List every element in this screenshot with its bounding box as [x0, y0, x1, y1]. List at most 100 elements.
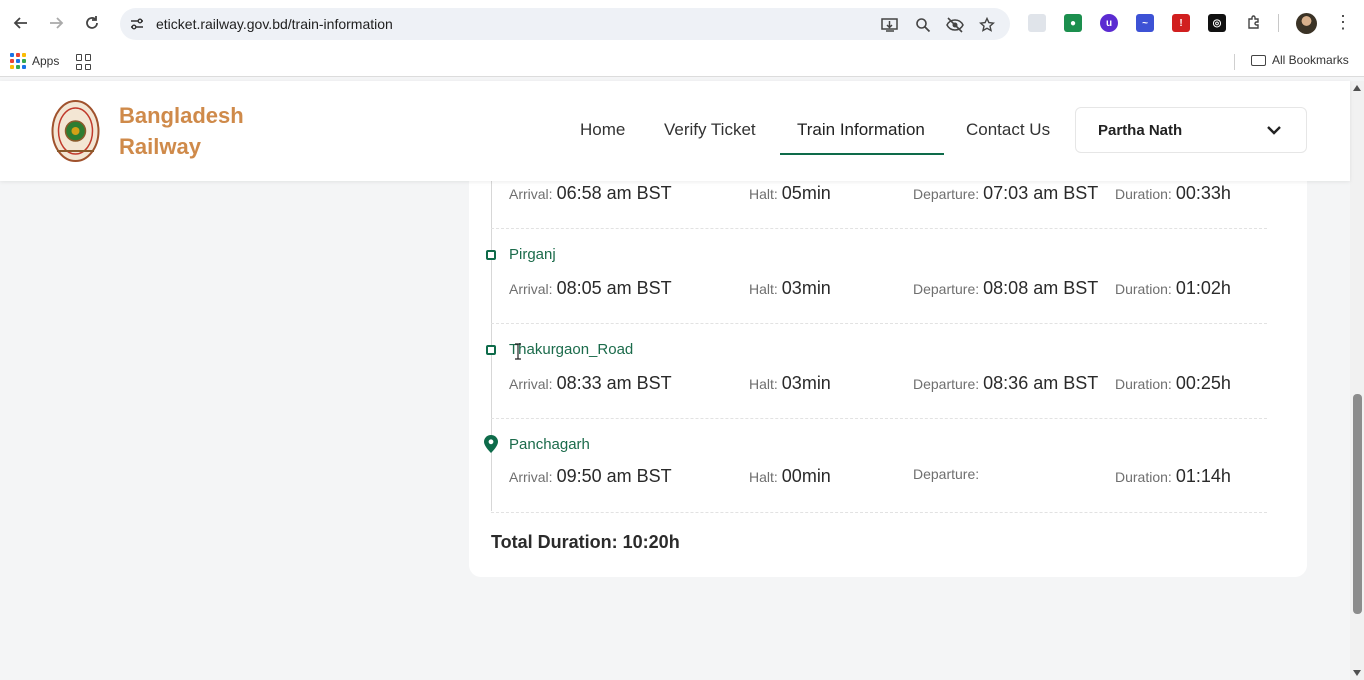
arrival-field: Arrival: 08:05 am BST: [509, 278, 672, 299]
departure-label: Departure:: [913, 376, 980, 392]
extension-puzzle-gray-icon[interactable]: [1028, 14, 1046, 32]
arrival-label: Arrival:: [509, 376, 553, 392]
site-info-icon[interactable]: [128, 15, 146, 33]
user-name: Partha Nath: [1098, 122, 1183, 139]
install-app-icon[interactable]: [880, 15, 900, 35]
duration-field: Duration: 00:25h: [1115, 373, 1231, 394]
halt-time: 03min: [781, 373, 831, 393]
halt-label: Halt:: [749, 376, 778, 392]
departure-time: 08:08 am BST: [983, 278, 1099, 298]
apps-bookmark[interactable]: Apps: [10, 53, 59, 69]
scroll-up-arrow-icon[interactable]: [1353, 85, 1361, 91]
bangladesh-railway-logo[interactable]: [51, 99, 100, 163]
location-pin-icon: [484, 435, 498, 453]
browser-toolbar: eticket.railway.gov.bd/train-information…: [0, 0, 1364, 46]
extension-alert-icon[interactable]: !: [1172, 14, 1190, 32]
back-icon[interactable]: [9, 11, 33, 35]
duration-time: 01:02h: [1175, 278, 1231, 298]
arrival-time: 08:05 am BST: [556, 278, 672, 298]
forward-icon[interactable]: [44, 11, 68, 35]
address-bar[interactable]: eticket.railway.gov.bd/train-information: [120, 8, 1010, 40]
station-name: Pirganj: [509, 246, 556, 263]
halt-label: Halt:: [749, 469, 778, 485]
all-bookmarks-button[interactable]: All Bookmarks: [1251, 53, 1349, 67]
tab-groups-icon[interactable]: [76, 54, 92, 70]
station-name: Panchagarh: [509, 436, 590, 453]
departure-label: Departure:: [913, 281, 980, 297]
site-header: Bangladesh Railway Home Verify Ticket Tr…: [0, 81, 1350, 181]
halt-field: Halt: 03min: [749, 278, 831, 299]
arrival-time: 09:50 am BST: [556, 466, 672, 486]
extension-record-icon[interactable]: ●: [1064, 14, 1082, 32]
url-text[interactable]: eticket.railway.gov.bd/train-information: [156, 16, 393, 32]
reload-icon[interactable]: [80, 11, 104, 35]
duration-time: 01:14h: [1175, 466, 1231, 486]
departure-time: 07:03 am BST: [983, 183, 1099, 203]
departure-label: Departure:: [913, 466, 980, 482]
duration-time: 00:33h: [1175, 183, 1231, 203]
toolbar-divider: [1278, 14, 1279, 32]
brand-line-1: Bangladesh: [119, 103, 244, 128]
nav-verify-ticket[interactable]: Verify Ticket: [664, 120, 756, 140]
extension-dark-icon[interactable]: ◎: [1208, 14, 1226, 32]
arrival-field: Arrival: 09:50 am BST: [509, 466, 672, 487]
duration-field: Duration: 00:33h: [1115, 183, 1231, 204]
zoom-icon[interactable]: [913, 15, 933, 35]
text-cursor-icon: [515, 343, 521, 360]
halt-time: 00min: [781, 466, 831, 486]
halt-time: 05min: [781, 183, 831, 203]
apps-grid-icon: [10, 53, 26, 69]
duration-time: 00:25h: [1175, 373, 1231, 393]
brand-name[interactable]: Bangladesh Railway: [119, 100, 244, 162]
all-bookmarks-label: All Bookmarks: [1272, 53, 1349, 67]
browser-menu-icon[interactable]: ⋮: [1334, 12, 1352, 33]
halt-time: 03min: [781, 278, 831, 298]
profile-avatar[interactable]: [1296, 13, 1317, 34]
nav-train-information[interactable]: Train Information: [797, 120, 925, 140]
departure-field: Departure: 08:08 am BST: [913, 278, 1098, 299]
halt-field: Halt: 05min: [749, 183, 831, 204]
folder-icon: [1251, 54, 1266, 66]
arrival-label: Arrival:: [509, 469, 553, 485]
departure-field: Departure: 07:03 am BST: [913, 183, 1098, 204]
extension-wave-icon[interactable]: ~: [1136, 14, 1154, 32]
page-scrollbar[interactable]: [1350, 81, 1364, 680]
user-menu-dropdown[interactable]: Partha Nath: [1075, 107, 1307, 153]
total-duration: Total Duration: 10:20h: [491, 532, 680, 552]
route-stop: Panchagarh Arrival: 09:50 am BST Halt: 0…: [484, 418, 1267, 513]
duration-label: Duration:: [1115, 469, 1172, 485]
chevron-down-icon: [1267, 126, 1281, 135]
duration-field: Duration: 01:02h: [1115, 278, 1231, 299]
extension-u-icon[interactable]: u: [1100, 14, 1118, 32]
stop-marker-icon: [486, 345, 496, 355]
route-stop: Pirganj Arrival: 08:05 am BST Halt: 03mi…: [486, 229, 1267, 324]
scroll-thumb[interactable]: [1353, 394, 1362, 614]
arrival-time: 06:58 am BST: [556, 183, 672, 203]
halt-field: Halt: 00min: [749, 466, 831, 487]
duration-field: Duration: 01:14h: [1115, 466, 1231, 487]
departure-field: Departure: 08:36 am BST: [913, 373, 1098, 394]
arrival-field: Arrival: 08:33 am BST: [509, 373, 672, 394]
stop-marker-icon: [486, 250, 496, 260]
brand-line-2: Railway: [119, 134, 201, 159]
arrival-field: Arrival: 06:58 am BST: [509, 183, 672, 204]
departure-field: Departure:: [913, 466, 983, 482]
nav-home[interactable]: Home: [580, 120, 625, 140]
arrival-label: Arrival:: [509, 281, 553, 297]
halt-field: Halt: 03min: [749, 373, 831, 394]
route-stop: Thakurgaon_Road Arrival: 08:33 am BST Ha…: [486, 324, 1267, 419]
nav-contact-us[interactable]: Contact Us: [966, 120, 1050, 140]
duration-label: Duration:: [1115, 281, 1172, 297]
scroll-down-arrow-icon[interactable]: [1353, 670, 1361, 676]
apps-label: Apps: [32, 54, 60, 68]
bookmark-star-icon[interactable]: [977, 15, 997, 35]
eye-off-icon[interactable]: [945, 15, 965, 35]
extensions-puzzle-icon[interactable]: [1242, 11, 1266, 35]
active-nav-indicator: [780, 153, 944, 155]
arrival-time: 08:33 am BST: [556, 373, 672, 393]
station-name: Thakurgaon_Road: [509, 341, 634, 358]
duration-label: Duration:: [1115, 186, 1172, 202]
duration-label: Duration:: [1115, 376, 1172, 392]
departure-time: 08:36 am BST: [983, 373, 1099, 393]
halt-label: Halt:: [749, 281, 778, 297]
